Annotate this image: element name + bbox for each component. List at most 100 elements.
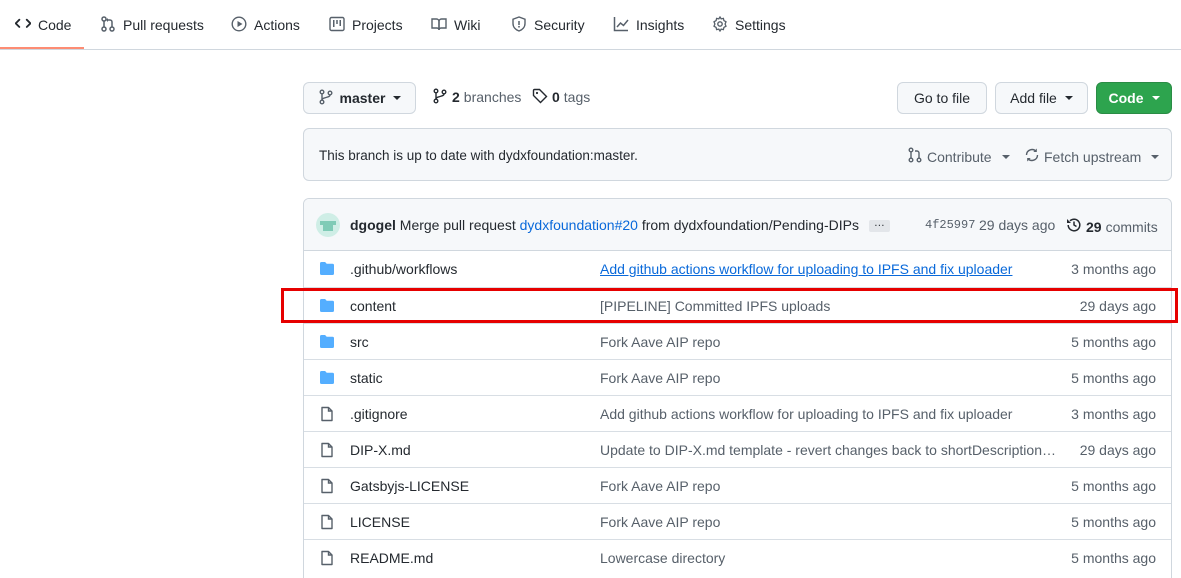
latest-commit-message: dgogel Merge pull request dydxfoundation…	[350, 217, 890, 233]
file-browser: dgogel Merge pull request dydxfoundation…	[303, 198, 1172, 578]
file-row[interactable]: Gatsbyjs-LICENSE Fork Aave AIP repo 5 mont…	[304, 467, 1171, 503]
shield-icon	[511, 15, 527, 35]
file-commit-message-link[interactable]: Fork Aave AIP repo	[600, 370, 720, 386]
file-row[interactable]: LICENSE Fork Aave AIP repo 5 months ago	[304, 503, 1171, 539]
tab-label: Code	[38, 17, 72, 33]
file-commit-age: 29 days ago	[1079, 298, 1156, 314]
tab-security[interactable]: Security	[511, 0, 585, 50]
tab-wiki[interactable]: Wiki	[431, 0, 480, 50]
add-file-button[interactable]: Add file	[995, 82, 1088, 114]
code-button[interactable]: Code	[1096, 82, 1172, 114]
branch-status-message: This branch is up to date with dydxfound…	[319, 148, 638, 163]
file-icon	[319, 478, 335, 494]
file-row[interactable]: .gitignore Add github actions workflow fo…	[304, 395, 1171, 431]
file-row[interactable]: content [PIPELINE] Committed IPFS uploads…	[304, 287, 1171, 323]
tab-label: Settings	[735, 17, 786, 33]
file-row[interactable]: DIP-X.md Update to DIP-X.md template - re…	[304, 431, 1171, 467]
chevron-down-icon	[1151, 154, 1160, 159]
branches-count: 2	[452, 89, 460, 105]
code-button-label: Code	[1108, 90, 1144, 106]
file-name-link[interactable]: DIP-X.md	[350, 442, 411, 458]
file-commit-age: 5 months ago	[1071, 370, 1156, 386]
branch-name: master	[339, 90, 386, 106]
file-row[interactable]: README.md Lowercase directory 5 months ago	[304, 539, 1171, 575]
folder-icon	[319, 298, 335, 314]
file-commit-message-link[interactable]: Fork Aave AIP repo	[600, 514, 720, 530]
file-icon	[319, 550, 335, 566]
file-row[interactable]: src Fork Aave AIP repo 5 months ago	[304, 323, 1171, 359]
file-commit-age: 5 months ago	[1071, 550, 1156, 566]
commit-author[interactable]: dgogel	[350, 217, 396, 233]
tags-link[interactable]: 0 tags	[532, 87, 590, 107]
branch-status-box: This branch is up to date with dydxfound…	[303, 128, 1172, 181]
tab-insights[interactable]: Insights	[613, 0, 684, 50]
fetch-upstream-button[interactable]: Fetch upstream	[1024, 147, 1160, 166]
pull-request-link[interactable]: dydxfoundation#20	[520, 217, 638, 233]
branch-select-button[interactable]: master	[303, 82, 416, 114]
file-commit-message-link[interactable]: [PIPELINE] Committed IPFS uploads	[600, 298, 830, 314]
file-name-link[interactable]: Gatsbyjs-LICENSE	[350, 478, 469, 494]
go-to-file-button[interactable]: Go to file	[897, 82, 987, 114]
table-icon	[329, 16, 345, 35]
branches-link[interactable]: 2 branches	[432, 87, 521, 107]
contribute-button[interactable]: Contribute	[907, 147, 1010, 166]
code-icon	[14, 16, 32, 35]
commits-link[interactable]: 29 commits	[1066, 217, 1158, 236]
file-commit-message-link[interactable]: Lowercase directory	[600, 550, 725, 566]
file-commit-message-link[interactable]: Add github actions workflow for uploadin…	[600, 261, 1012, 277]
git-branch-icon	[318, 89, 334, 108]
folder-icon	[319, 261, 335, 277]
tab-label: Projects	[352, 17, 403, 33]
file-commit-age: 5 months ago	[1071, 478, 1156, 494]
tab-projects[interactable]: Projects	[329, 0, 403, 50]
tags-count: 0	[552, 89, 560, 105]
file-name-link[interactable]: .github/workflows	[350, 261, 457, 277]
commit-sha[interactable]: 4f25997	[925, 218, 975, 232]
file-commit-age: 5 months ago	[1071, 334, 1156, 350]
graph-icon	[613, 16, 629, 35]
gear-icon	[712, 15, 728, 35]
file-name-link[interactable]: static	[350, 370, 383, 386]
file-name-link[interactable]: README.md	[350, 550, 433, 566]
commit-message-suffix[interactable]: from dydxfoundation/Pending-DIPs	[642, 217, 859, 233]
branches-label: branches	[463, 89, 522, 105]
contribute-label: Contribute	[927, 148, 992, 165]
commit-message-prefix[interactable]: Merge pull request	[400, 217, 516, 233]
expand-commit-button[interactable]: …	[868, 218, 890, 233]
git-pull-request-icon	[100, 15, 116, 35]
chevron-down-icon	[1001, 154, 1010, 159]
chevron-down-icon	[1151, 96, 1160, 100]
file-row[interactable]: static Fork Aave AIP repo 5 months ago	[304, 359, 1171, 395]
file-name-link[interactable]: content	[350, 298, 396, 314]
file-commit-message-link[interactable]: Fork Aave AIP repo	[600, 334, 720, 350]
file-commit-message-link[interactable]: Fork Aave AIP repo	[600, 478, 720, 494]
tab-label: Wiki	[454, 17, 481, 33]
commits-count: 29	[1086, 218, 1102, 235]
tab-settings[interactable]: Settings	[712, 0, 786, 50]
file-commit-message-link[interactable]: Add github actions workflow for uploadin…	[600, 406, 1012, 422]
file-icon	[319, 514, 335, 530]
file-name-link[interactable]: .gitignore	[350, 406, 408, 422]
chevron-down-icon	[1064, 96, 1073, 100]
tab-code[interactable]: Code	[14, 0, 72, 50]
file-commit-age: 5 months ago	[1071, 514, 1156, 530]
file-commit-message-link[interactable]: Update to DIP-X.md template - revert cha…	[600, 442, 1056, 458]
play-icon	[231, 15, 247, 35]
file-row[interactable]: .github/workflows Add github actions work…	[304, 251, 1171, 287]
avatar[interactable]	[316, 213, 340, 237]
tab-actions[interactable]: Actions	[231, 0, 300, 50]
file-name-link[interactable]: src	[350, 334, 369, 350]
tab-pull-requests[interactable]: Pull requests	[100, 0, 204, 50]
book-icon	[431, 16, 447, 35]
tab-label: Security	[534, 17, 585, 33]
file-commit-age: 3 months ago	[1071, 261, 1156, 277]
repo-nav: Code Pull requests Actions Projects Wiki…	[0, 0, 1181, 50]
tab-label: Pull requests	[123, 17, 204, 33]
tab-label: Insights	[636, 17, 685, 33]
file-name-link[interactable]: LICENSE	[350, 514, 410, 530]
commit-age: 29 days ago	[979, 217, 1056, 233]
go-to-file-label: Go to file	[913, 90, 971, 106]
tags-label: tags	[563, 89, 591, 105]
fetch-upstream-label: Fetch upstream	[1044, 148, 1142, 165]
latest-commit-bar: dgogel Merge pull request dydxfoundation…	[304, 199, 1171, 251]
